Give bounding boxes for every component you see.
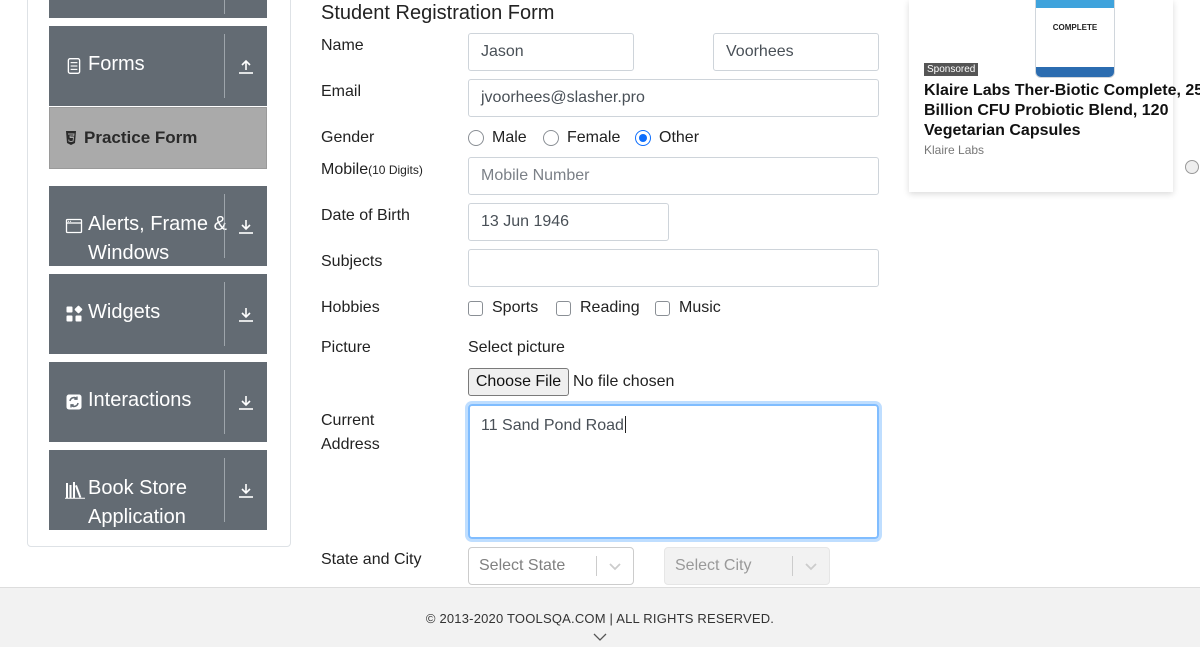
current-address-textarea[interactable]: 11 Sand Pond Road (468, 404, 879, 539)
sidebar-group-alerts[interactable]: Alerts, Frame & Windows (49, 186, 267, 266)
form-title: Student Registration Form (321, 2, 555, 24)
sidebar-group-interactions[interactable]: Interactions (49, 362, 267, 442)
sidebar-item-practice-form[interactable]: Practice Form (49, 107, 267, 169)
page: Forms Practice Form Alerts, Frame & Wind… (0, 0, 1200, 647)
checkbox-label: Music (679, 299, 721, 316)
sidebar-group-elements[interactable] (49, 0, 267, 18)
hobby-checkbox-music[interactable]: Music (655, 299, 721, 317)
current-address-label: Current Address (321, 409, 380, 457)
copyright-text: © 2013-2020 TOOLSQA.COM | ALL RIGHTS RES… (425, 611, 775, 626)
hobbies-label: Hobbies (321, 299, 380, 316)
bottle-label: COMPLETE (1052, 23, 1098, 32)
subjects-label: Subjects (321, 253, 383, 270)
mobile-hint: (10 Digits) (368, 163, 423, 177)
text-caret (624, 416, 626, 433)
chevron-down-icon[interactable] (793, 562, 829, 571)
state-city-label: State and City (321, 551, 422, 568)
gender-radio-other[interactable]: Other (635, 129, 699, 147)
interactions-icon (66, 394, 82, 410)
download-arrow-icon[interactable] (224, 186, 267, 266)
subjects-input[interactable] (468, 249, 879, 287)
radio-circle-selected[interactable] (635, 130, 651, 146)
checkbox-box[interactable] (655, 300, 670, 316)
sponsored-badge: Sponsored (924, 63, 979, 76)
sidebar-group-label: Alerts, Frame & Windows (88, 213, 227, 264)
ad-title[interactable]: Klaire Labs Ther-Biotic Complete, 25 Bil… (924, 81, 1200, 141)
checkbox-box[interactable] (556, 300, 571, 316)
label-line: Current (321, 412, 375, 429)
mobile-label-text: Mobile (321, 161, 369, 178)
textarea-value: 11 Sand Pond Road (481, 417, 624, 434)
gender-radio-female[interactable]: Female (543, 129, 620, 147)
books-icon (65, 482, 85, 499)
sidebar-group-label: Book Store Application (88, 477, 187, 528)
sidebar-group-label: Forms (88, 53, 145, 75)
date-of-birth-input[interactable]: 13 Jun 1946 (468, 203, 669, 241)
widgets-icon (66, 305, 83, 322)
picture-label: Picture (321, 339, 371, 356)
radio-label: Other (659, 129, 700, 146)
radio-circle[interactable] (543, 130, 559, 146)
radio-label: Male (492, 129, 527, 146)
mobile-label: Mobile(10 Digits) (321, 161, 423, 179)
sidebar-item-label: Practice Form (84, 128, 198, 147)
sidebar-group-label: Widgets (88, 301, 161, 323)
sidebar-group-forms[interactable]: Forms (49, 26, 267, 106)
hobby-checkbox-sports[interactable]: Sports (468, 299, 538, 317)
gender-radio-male[interactable]: Male (468, 129, 527, 147)
sidebar-group-label: Interactions (88, 389, 192, 411)
product-image[interactable]: COMPLETE (1035, 0, 1115, 78)
city-select[interactable]: Select City (664, 547, 830, 585)
download-arrow-icon[interactable] (224, 274, 267, 354)
email-label: Email (321, 83, 362, 100)
first-name-input[interactable]: Jason (468, 33, 634, 71)
ad-brand[interactable]: Klaire Labs (924, 143, 984, 157)
download-arrow-icon[interactable] (224, 450, 267, 530)
mobile-input[interactable]: Mobile Number (468, 157, 879, 195)
sidebar-group-book-store[interactable]: Book Store Application (49, 450, 267, 530)
window-icon (65, 218, 83, 234)
state-select[interactable]: Select State (468, 547, 634, 585)
email-input[interactable]: jvoorhees@slasher.pro (468, 79, 879, 117)
select-picture-text: Select picture (468, 339, 565, 356)
checkbox-label: Sports (492, 299, 539, 316)
ad-choices-icon[interactable] (1185, 160, 1199, 174)
gender-label: Gender (321, 129, 375, 146)
dob-label: Date of Birth (321, 207, 410, 224)
name-label: Name (321, 37, 364, 54)
file-status: No file chosen (573, 373, 675, 390)
checkbox-label: Reading (580, 299, 640, 316)
radio-circle[interactable] (468, 130, 484, 146)
hobby-checkbox-reading[interactable]: Reading (556, 299, 640, 317)
form-icon (67, 58, 81, 74)
sponsored-ad[interactable]: COMPLETE Sponsored Klaire Labs Ther-Biot… (909, 0, 1200, 192)
radio-label: Female (567, 129, 621, 146)
sidebar-group-widgets[interactable]: Widgets (49, 274, 267, 354)
chevron-down-icon[interactable] (597, 562, 633, 571)
upload-arrow-icon[interactable] (224, 26, 267, 106)
select-value: Select City (675, 557, 752, 574)
last-name-input[interactable]: Voorhees (713, 33, 879, 71)
label-line: Address (321, 436, 380, 453)
select-value: Select State (479, 557, 566, 574)
checkbox-box[interactable] (468, 300, 483, 316)
download-arrow-icon[interactable] (224, 362, 267, 442)
footer: © 2013-2020 TOOLSQA.COM | ALL RIGHTS RES… (0, 587, 1200, 647)
choose-file-button[interactable]: Choose File (468, 368, 569, 396)
chevron-down-icon[interactable] (592, 632, 608, 642)
html5-icon (66, 131, 76, 145)
